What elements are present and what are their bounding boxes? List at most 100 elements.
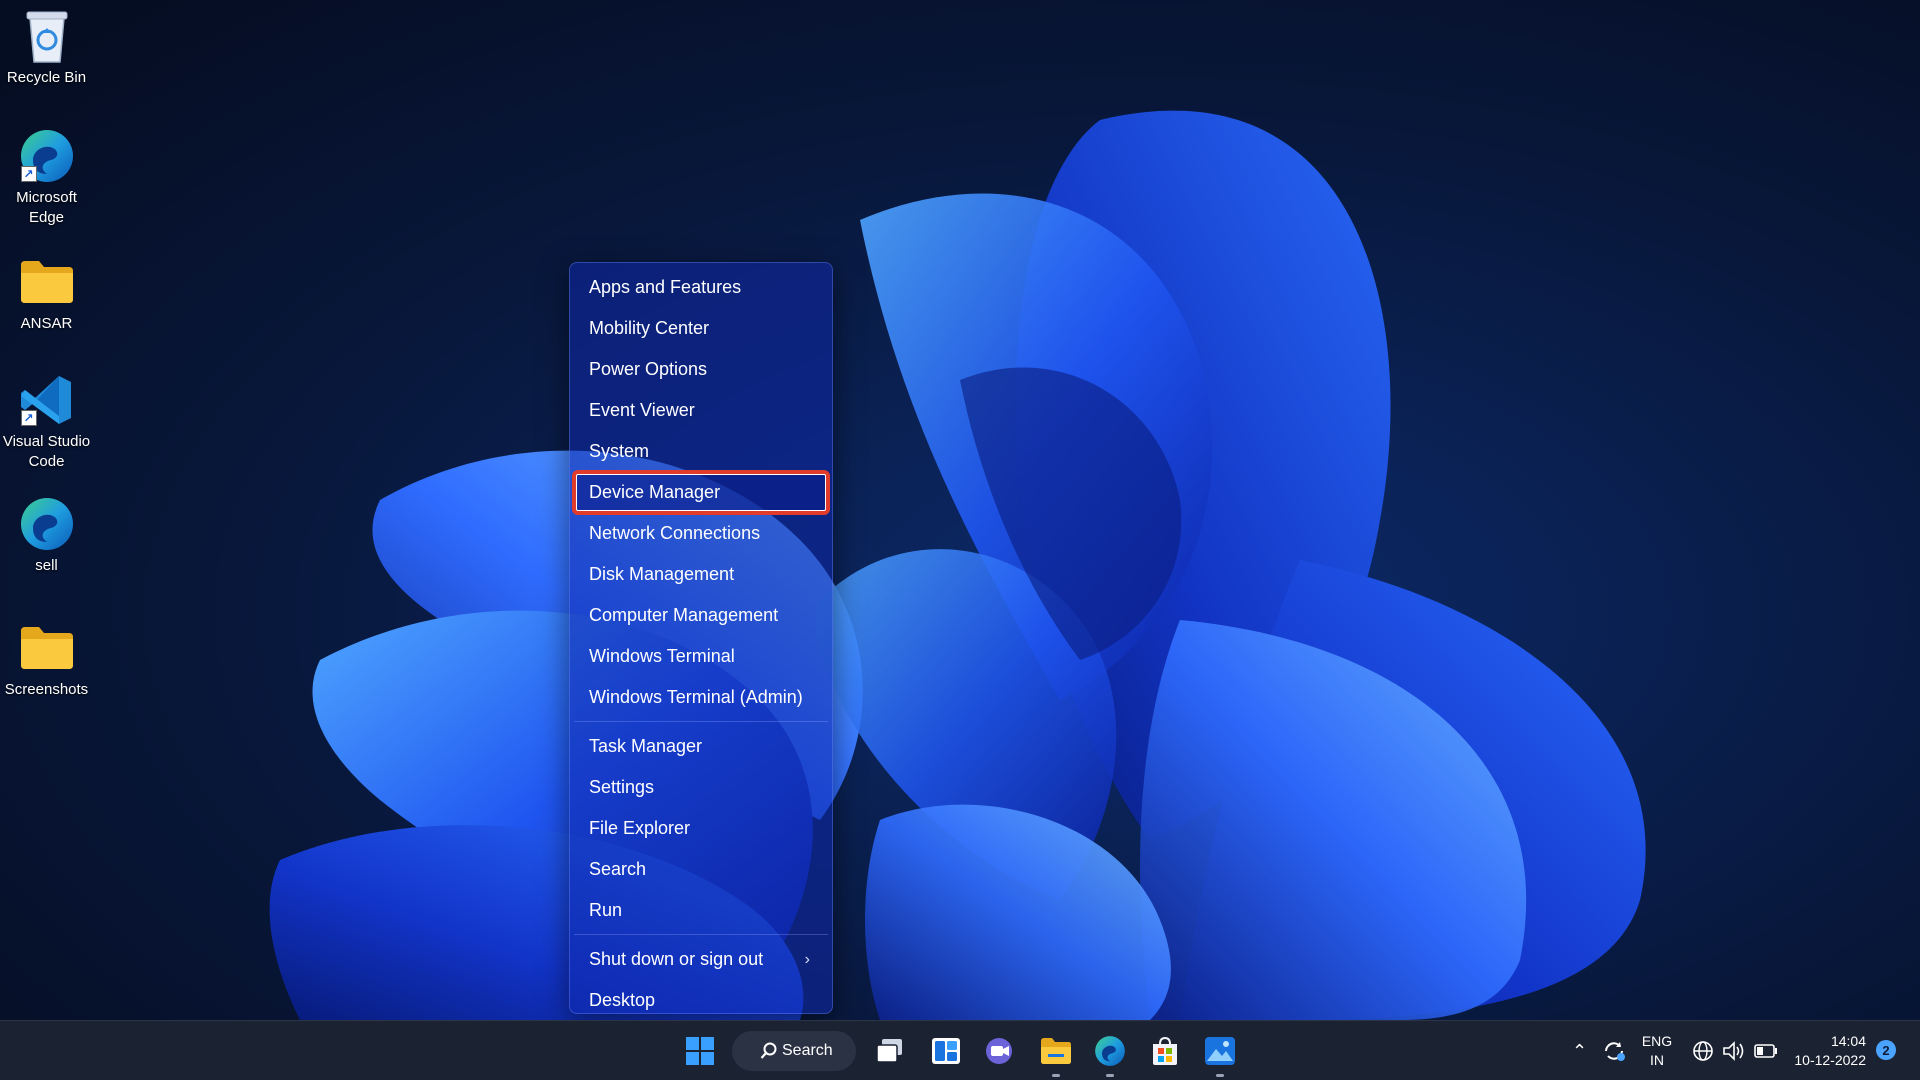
shortcut-arrow-icon: ↗ [20,410,37,426]
menu-item-windows-terminal-admin[interactable]: Windows Terminal (Admin) [574,677,828,718]
clock-time: 14:04 [1830,1033,1866,1049]
menu-item-search[interactable]: Search [574,849,828,890]
menu-item-label: Settings [589,777,655,797]
menu-item-label: File Explorer [589,818,691,838]
file-explorer-icon [1041,1038,1071,1064]
menu-item-label: Network Connections [589,523,761,543]
sync-icon [1605,1042,1625,1061]
desktop-icon-label: Microsoft Edge [16,189,77,226]
desktop-icon-recycle-bin[interactable]: Recycle Bin [0,6,93,88]
menu-item-label: Apps and Features [589,277,742,297]
region-code: IN [1650,1052,1664,1068]
running-indicator [1106,1074,1114,1077]
search-icon [760,1042,778,1065]
chat-button[interactable] [980,1031,1020,1071]
menu-item-label: Task Manager [589,736,703,756]
clock: 14:04 10-12-2022 [1794,1032,1866,1070]
sync-status-button[interactable] [1602,1021,1626,1080]
menu-item-apps-and-features[interactable]: Apps and Features [574,267,828,308]
menu-item-computer-management[interactable]: Computer Management [574,595,828,636]
menu-item-run[interactable]: Run [574,890,828,931]
menu-item-file-explorer[interactable]: File Explorer [574,808,828,849]
menu-group-system-tools: Apps and Features Mobility Center Power … [570,267,832,718]
language-indicator[interactable]: ENG IN [1640,1021,1674,1080]
menu-item-label: Shut down or sign out [589,949,764,969]
edge-icon: ↗ [17,126,77,186]
clock-button[interactable]: 14:04 10-12-2022 [1788,1021,1866,1080]
edge-icon [1095,1036,1125,1066]
chevron-right-icon: › [804,950,810,968]
search-label: Search [782,1042,833,1059]
desktop-icon-screenshots-folder[interactable]: Screenshots [0,618,93,700]
task-view-icon [876,1039,902,1063]
file-explorer-button[interactable] [1036,1031,1076,1077]
clock-date: 10-12-2022 [1794,1052,1866,1068]
menu-separator [574,721,828,722]
globe-icon [1693,1041,1713,1061]
menu-item-power-options[interactable]: Power Options [574,349,828,390]
menu-item-network-connections[interactable]: Network Connections [574,513,828,554]
edge-taskbar-button[interactable] [1090,1031,1130,1077]
menu-item-system[interactable]: System [574,431,828,472]
menu-item-label: System [589,441,650,461]
start-icon [686,1037,714,1065]
photos-button[interactable] [1200,1031,1240,1077]
menu-item-desktop[interactable]: Desktop [574,980,828,1021]
language-code: ENG [1641,1033,1673,1049]
shortcut-arrow-icon: ↗ [20,166,37,182]
desktop-icon-sell[interactable]: sell [0,494,93,576]
start-button[interactable] [680,1031,720,1071]
desktop-icon-label: Recycle Bin [6,69,87,86]
store-button[interactable] [1145,1031,1185,1071]
desktop-icon-label: Screenshots [4,681,89,698]
desktop-icon-microsoft-edge[interactable]: ↗ Microsoft Edge [0,126,93,228]
menu-item-label: Event Viewer [589,400,695,420]
desktop-wallpaper [0,0,1920,1020]
desktop-icon-ansar-folder[interactable]: ANSAR [0,252,93,334]
store-icon [1153,1036,1177,1065]
menu-item-windows-terminal[interactable]: Windows Terminal [574,636,828,677]
language-label: ENG IN [1642,1032,1672,1070]
taskbar: Search ⌃ ENG IN 14:04 10-12-2022 [0,1020,1920,1080]
menu-item-settings[interactable]: Settings [574,767,828,808]
desktop-icon-label: ANSAR [20,315,73,332]
menu-item-event-viewer[interactable]: Event Viewer [574,390,828,431]
notification-count-badge[interactable]: 2 [1876,1040,1896,1060]
network-button[interactable] [1692,1021,1714,1080]
menu-item-label: Windows Terminal (Admin) [589,687,803,707]
running-indicator [1052,1074,1060,1077]
menu-item-label: Windows Terminal [589,646,735,666]
menu-group-apps: Task Manager Settings File Explorer Sear… [570,726,832,931]
show-hidden-icons-button[interactable]: ⌃ [1572,1021,1587,1080]
menu-item-label: Search [589,859,647,879]
volume-button[interactable] [1722,1021,1746,1080]
desktop-icon-label: sell [35,557,58,574]
edge-icon [17,494,77,554]
menu-item-label: Device Manager [589,482,721,502]
menu-item-label: Desktop [589,990,656,1010]
desktop-icon-visual-studio-code[interactable]: ↗ Visual Studio Code [0,370,93,472]
task-view-button[interactable] [870,1031,910,1071]
chevron-up-icon: ⌃ [1572,1040,1588,1061]
widgets-button[interactable] [926,1031,966,1071]
speaker-icon [1723,1041,1744,1061]
chat-icon [986,1038,1012,1064]
menu-item-device-manager[interactable]: Device Manager [572,470,830,515]
menu-item-label: Run [589,900,623,920]
recycle-bin-icon [17,6,77,66]
battery-button[interactable] [1754,1021,1778,1080]
vscode-icon: ↗ [17,370,77,430]
folder-icon [17,618,77,678]
menu-item-label: Mobility Center [589,318,710,338]
menu-item-disk-management[interactable]: Disk Management [574,554,828,595]
menu-item-shut-down-or-sign-out[interactable]: Shut down or sign out › [574,939,828,980]
photos-icon [1205,1037,1235,1065]
menu-item-label: Disk Management [589,564,735,584]
widgets-icon [932,1038,960,1064]
quick-link-menu: Apps and Features Mobility Center Power … [569,262,833,1014]
menu-item-task-manager[interactable]: Task Manager [574,726,828,767]
desktop-icon-label: Visual Studio Code [2,433,91,470]
menu-item-mobility-center[interactable]: Mobility Center [574,308,828,349]
battery-icon [1754,1044,1777,1058]
taskbar-search-button[interactable]: Search [732,1031,856,1071]
